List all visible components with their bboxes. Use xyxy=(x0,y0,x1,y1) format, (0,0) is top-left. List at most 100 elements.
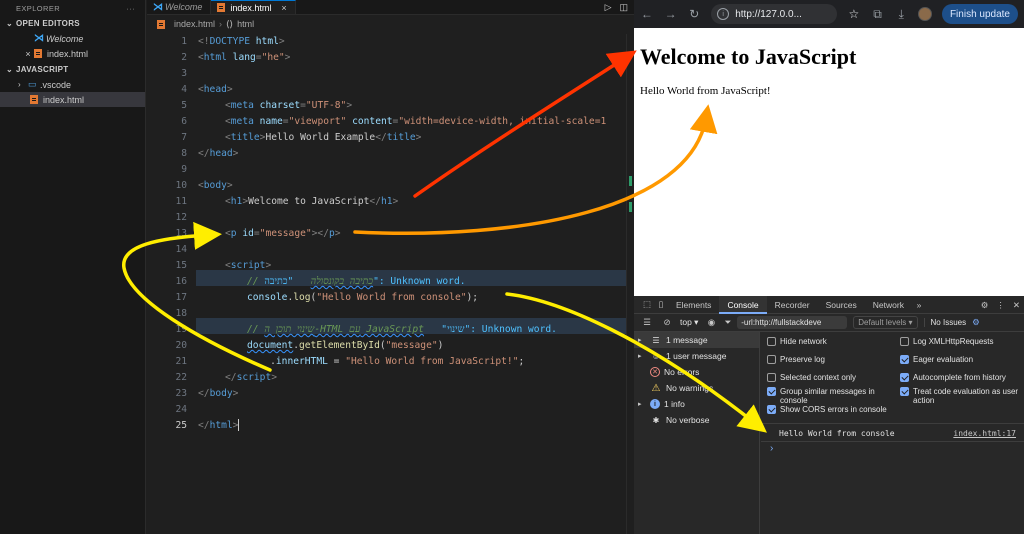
console-source-link[interactable]: index.html:17 xyxy=(953,426,1016,442)
bookmark-star-icon[interactable]: ☆ xyxy=(847,7,861,21)
sidebar-toggle-icon[interactable]: ☰ xyxy=(640,317,654,328)
option-preserve-log[interactable]: Preserve log xyxy=(767,355,897,364)
gear-icon[interactable]: ⚙ xyxy=(972,317,980,328)
device-toolbar-icon[interactable]: ▯ xyxy=(654,299,668,310)
side-info[interactable]: ▸ i 1 info xyxy=(634,396,759,412)
option-label: Preserve log xyxy=(780,355,825,364)
filter-icon: ⏷ xyxy=(724,317,732,327)
option-log-xhr[interactable]: Log XMLHttpRequests xyxy=(900,337,1022,346)
option-cors-errors[interactable]: Show CORS errors in console xyxy=(767,405,897,414)
folder-section[interactable]: ⌄ JAVASCRIPT xyxy=(0,61,145,77)
side-messages[interactable]: ▸ ☰ 1 message xyxy=(634,332,759,348)
error-icon: ✕ xyxy=(650,367,660,377)
finish-update-button[interactable]: Finish update xyxy=(941,4,1018,24)
tree-item-index[interactable]: index.html xyxy=(0,92,145,107)
tab-recorder[interactable]: Recorder xyxy=(767,296,818,314)
option-label: Autocomplete from history xyxy=(913,373,1006,382)
reload-icon[interactable]: ↻ xyxy=(687,7,701,21)
tab-welcome[interactable]: ⋊ Welcome xyxy=(147,0,212,14)
split-editor-icon[interactable]: ◫ xyxy=(619,2,628,13)
code-line: <html lang="he"> xyxy=(198,52,291,63)
run-icon[interactable]: ▷ xyxy=(605,2,612,13)
option-hide-network[interactable]: Hide network xyxy=(767,337,897,346)
gear-icon[interactable]: ⚙ xyxy=(981,300,989,311)
text-cursor xyxy=(238,419,240,431)
tab-console[interactable]: Console xyxy=(719,295,767,314)
context-select[interactable]: top ▾ xyxy=(680,317,698,328)
open-editor-welcome[interactable]: ⋊ Welcome xyxy=(0,31,145,46)
forward-icon[interactable]: → xyxy=(664,7,678,21)
open-editor-label: index.html xyxy=(47,48,89,59)
line-number: 25 xyxy=(175,420,187,431)
side-warnings[interactable]: ⚠ No warnings xyxy=(634,380,759,396)
chevron-down-icon: ⌄ xyxy=(6,64,14,74)
download-icon[interactable]: ⤓ xyxy=(894,7,908,22)
checkbox[interactable] xyxy=(767,337,776,346)
eye-icon[interactable]: ◉ xyxy=(704,317,718,328)
breadcrumb-node[interactable]: html xyxy=(237,19,254,29)
open-editors-section[interactable]: ⌄ OPEN EDITORS xyxy=(0,15,145,31)
option-group-similar[interactable]: Group similar messages in console xyxy=(767,387,897,405)
log-levels-select[interactable]: Default levels ▾ xyxy=(853,316,918,329)
editor-tabbar: ⋊ Welcome index.html × ▷ ◫ xyxy=(147,0,634,15)
close-icon[interactable]: × xyxy=(22,49,34,59)
tab-label: Welcome xyxy=(165,2,203,12)
checkbox[interactable] xyxy=(767,405,776,414)
checkbox[interactable] xyxy=(900,337,909,346)
more-tabs-icon[interactable]: » xyxy=(912,300,926,310)
chevron-right-icon: › xyxy=(219,19,223,29)
vscode-icon: ⋊ xyxy=(34,33,44,44)
devtools-panel: ⬚ ▯ Elements Console Recorder Sources Ne… xyxy=(634,295,1024,534)
avatar[interactable] xyxy=(918,7,932,21)
close-icon[interactable]: × xyxy=(281,3,286,13)
side-user-messages[interactable]: ▸ ☺ 1 user message xyxy=(634,348,759,364)
side-errors[interactable]: ✕ No errors xyxy=(634,364,759,380)
clear-console-icon[interactable]: ⊘ xyxy=(660,317,674,328)
kebab-menu-icon[interactable]: ⋮ xyxy=(996,300,1005,311)
close-icon[interactable]: ✕ xyxy=(1013,300,1020,311)
extensions-icon[interactable]: ⧉ xyxy=(871,7,885,22)
code-line: document.getElementById("message") xyxy=(247,340,444,351)
tab-network[interactable]: Network xyxy=(865,296,912,314)
tree-item-label: .vscode xyxy=(40,79,72,90)
console-prompt[interactable]: › xyxy=(770,443,773,454)
open-editor-index[interactable]: × index.html xyxy=(0,46,145,61)
code-area[interactable]: 1 2 3 4 5 6 7 8 9 10 11 12 13 14 15 16 1… xyxy=(147,34,634,534)
chevron-right-icon: ▸ xyxy=(638,401,642,408)
minimap[interactable] xyxy=(626,34,634,534)
console-message-row: Hello World from console index.html:17 xyxy=(761,426,1024,442)
option-treat-user-action[interactable]: Treat code evaluation as user action xyxy=(900,387,1022,405)
checkbox[interactable] xyxy=(900,373,909,382)
tab-sources[interactable]: Sources xyxy=(818,296,865,314)
html-file-icon xyxy=(30,95,38,104)
line-number: 16 xyxy=(175,276,187,287)
tab-elements[interactable]: Elements xyxy=(668,296,719,314)
option-eager-eval[interactable]: Eager evaluation xyxy=(900,355,1022,364)
checkbox[interactable] xyxy=(767,387,776,396)
explorer-header: EXPLORER ··· xyxy=(0,1,145,15)
checkbox[interactable] xyxy=(767,373,776,382)
warning-icon: ⚠ xyxy=(651,382,661,394)
checkbox[interactable] xyxy=(767,355,776,364)
checkbox[interactable] xyxy=(900,355,909,364)
option-selected-context[interactable]: Selected context only xyxy=(767,373,897,382)
code-line: </script> xyxy=(225,372,277,383)
address-bar[interactable]: i http://127.0.0... xyxy=(711,4,837,24)
tree-item-vscode[interactable]: › ▭ .vscode xyxy=(0,77,145,92)
option-autocomplete[interactable]: Autocomplete from history xyxy=(900,373,1022,382)
issues-counter[interactable]: No Issues xyxy=(923,318,966,327)
site-info-icon[interactable]: i xyxy=(717,8,730,20)
line-number: 21 xyxy=(175,356,187,367)
tab-index-html[interactable]: index.html × xyxy=(211,0,296,14)
side-verbose[interactable]: ✱ No verbose xyxy=(634,412,759,428)
side-label: No errors xyxy=(664,367,700,377)
side-label: No warnings xyxy=(666,383,714,393)
console-filter-input[interactable]: -url:http://fullstackdeve xyxy=(737,316,848,329)
checkbox[interactable] xyxy=(900,387,909,396)
back-icon[interactable]: ← xyxy=(640,7,654,21)
inspect-icon[interactable]: ⬚ xyxy=(640,299,654,310)
line-number: 12 xyxy=(175,212,187,223)
explorer-menu-icon[interactable]: ··· xyxy=(126,4,135,13)
editor-actions: ▷ ◫ xyxy=(605,0,628,15)
breadcrumb-file[interactable]: index.html xyxy=(174,19,215,29)
